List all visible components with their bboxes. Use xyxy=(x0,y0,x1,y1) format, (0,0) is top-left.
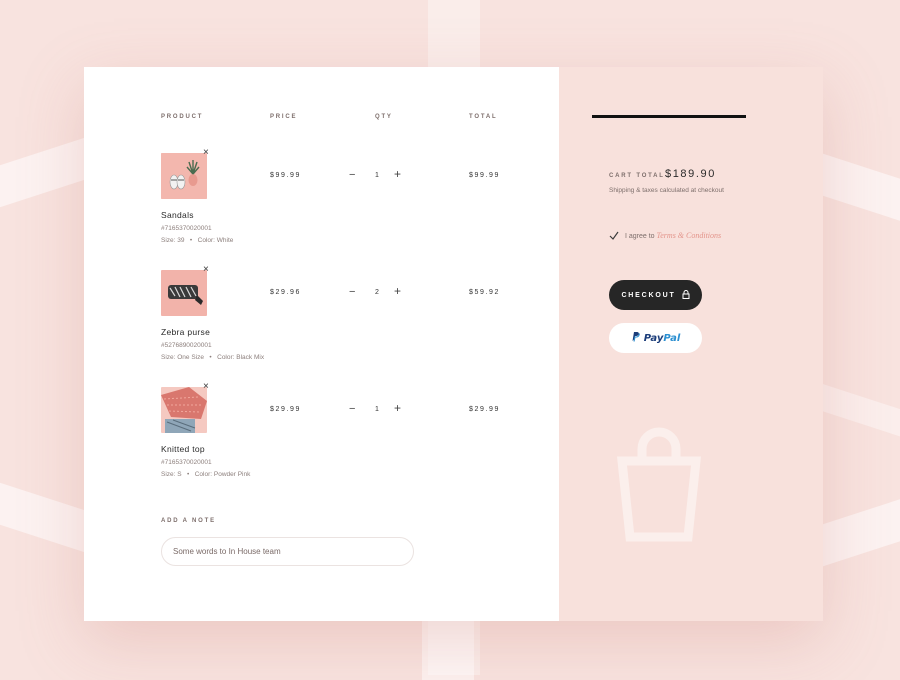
product-meta: Size: One Size • Color: Black Mix xyxy=(161,354,264,361)
cart-summary-panel: CART TOTAL $189.90 Shipping & taxes calc… xyxy=(559,67,823,621)
remove-item-button[interactable]: × xyxy=(203,264,209,275)
terms-agreement: I agree to Terms & Conditions xyxy=(609,231,721,241)
terms-link[interactable]: Terms & Conditions xyxy=(657,231,722,240)
cart-item: × Zebra purse #5276890020001 Size: One S… xyxy=(84,264,559,380)
decrease-qty-button[interactable]: − xyxy=(349,286,355,298)
lock-icon xyxy=(682,289,690,301)
column-header-price: PRICE xyxy=(270,114,298,120)
product-meta: Size: 39 • Color: White xyxy=(161,237,233,244)
remove-item-button[interactable]: × xyxy=(203,147,209,158)
unit-price: $99.99 xyxy=(270,172,302,179)
paypal-wordmark: PayPal xyxy=(644,333,681,344)
remove-item-button[interactable]: × xyxy=(203,381,209,392)
shipping-note: Shipping & taxes calculated at checkout xyxy=(609,187,724,194)
product-sku: #7165370020001 xyxy=(161,225,212,232)
meta-separator: • xyxy=(189,237,193,244)
paypal-pal: Pal xyxy=(663,332,681,344)
line-total: $29.99 xyxy=(469,406,501,413)
quantity-value[interactable]: 2 xyxy=(375,289,379,296)
knitted-top-thumbnail[interactable] xyxy=(161,387,207,433)
product-name[interactable]: Sandals xyxy=(161,210,194,220)
quantity-value[interactable]: 1 xyxy=(375,406,379,413)
cart-total-value: $189.90 xyxy=(665,168,716,180)
checkout-button[interactable]: CHECKOUT xyxy=(609,280,702,310)
cart-total-label: CART TOTAL xyxy=(609,173,665,179)
line-total: $99.99 xyxy=(469,172,501,179)
paypal-button[interactable]: PayPal xyxy=(609,323,702,353)
decrease-qty-button[interactable]: − xyxy=(349,403,355,415)
meta-separator: • xyxy=(187,471,190,478)
product-size: Size: S xyxy=(161,471,182,478)
column-header-total: TOTAL xyxy=(469,114,498,120)
increase-qty-button[interactable]: + xyxy=(394,401,401,415)
product-size: Size: One Size xyxy=(161,354,204,361)
sandals-thumbnail[interactable] xyxy=(161,153,207,199)
product-name[interactable]: Knitted top xyxy=(161,444,205,454)
product-name[interactable]: Zebra purse xyxy=(161,327,210,337)
cart-item: × Knitted top #7165370020001 Size: S • C… xyxy=(84,381,559,497)
quantity-value[interactable]: 1 xyxy=(375,172,379,179)
product-sku: #5276890020001 xyxy=(161,342,212,349)
paypal-pay: Pay xyxy=(643,332,664,344)
product-color: Color: Powder Pink xyxy=(194,471,251,478)
agree-text: I agree to xyxy=(625,233,655,240)
shopping-bag-icon xyxy=(616,427,702,550)
agree-checkbox[interactable] xyxy=(609,231,619,241)
product-color: Color: Black Mix xyxy=(217,354,265,361)
note-label: ADD A NOTE xyxy=(161,518,216,524)
bg-ribbon xyxy=(422,620,474,680)
note-input[interactable] xyxy=(161,537,414,566)
increase-qty-button[interactable]: + xyxy=(394,284,401,298)
increase-qty-button[interactable]: + xyxy=(394,167,401,181)
column-header-qty: QTY xyxy=(375,114,393,120)
line-total: $59.92 xyxy=(469,289,501,296)
meta-separator: • xyxy=(209,354,212,361)
product-sku: #7165370020001 xyxy=(161,459,212,466)
cart-items-panel: PRODUCT PRICE QTY TOTAL × Sandals #71653… xyxy=(84,67,559,621)
unit-price: $29.96 xyxy=(270,289,302,296)
product-color: Color: White xyxy=(197,237,234,244)
paypal-logo xyxy=(631,329,640,347)
column-header-product: PRODUCT xyxy=(161,114,204,120)
decrease-qty-button[interactable]: − xyxy=(349,169,355,181)
product-meta: Size: S • Color: Powder Pink xyxy=(161,471,250,478)
checkmark-icon xyxy=(609,231,619,241)
zebra-purse-thumbnail[interactable] xyxy=(161,270,207,316)
product-size: Size: 39 xyxy=(161,237,185,244)
unit-price: $29.99 xyxy=(270,406,302,413)
cart-card: PRODUCT PRICE QTY TOTAL × Sandals #71653… xyxy=(84,67,823,621)
cart-item: × Sandals #7165370020001 Size: 39 • Colo… xyxy=(84,147,559,263)
checkout-label: CHECKOUT xyxy=(621,291,676,299)
summary-divider xyxy=(592,115,746,118)
